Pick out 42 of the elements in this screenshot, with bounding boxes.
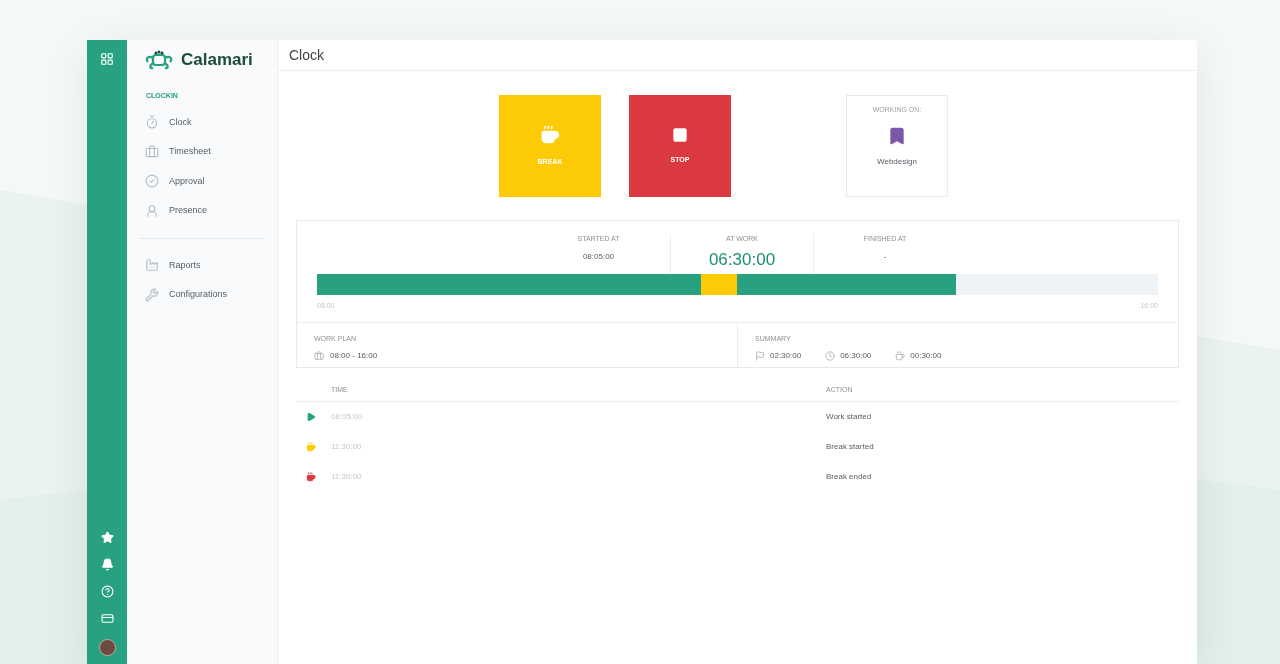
person-icon (145, 203, 159, 218)
stat-value: 06:30:00 (708, 248, 776, 271)
summary-value: 06:30:00 (840, 350, 872, 362)
briefcase-icon (314, 351, 324, 361)
nav-link[interactable]: Presence (169, 204, 208, 218)
summary-value: 00:30:00 (910, 350, 942, 362)
brand-name: Calamari (181, 49, 253, 72)
project-name: Webdesign (877, 155, 917, 168)
stat-value: 08:05:00 (582, 250, 615, 263)
stat-value: - (883, 250, 887, 263)
summary-value: 02:30:00 (770, 350, 802, 362)
cup-icon (305, 471, 316, 482)
stop-icon (672, 126, 688, 143)
action-cell: Work started (826, 410, 872, 423)
page-title: Clock (289, 45, 324, 65)
star-icon[interactable] (100, 531, 114, 544)
bookmark-icon (887, 125, 907, 146)
check-circle-icon (145, 174, 159, 189)
clock-icon (825, 351, 836, 361)
play-icon (305, 411, 316, 422)
flag-icon (755, 351, 765, 361)
nav-link[interactable]: Timesheet (169, 145, 211, 159)
card-icon[interactable] (100, 612, 114, 625)
cup-icon (540, 124, 560, 145)
work-plan-value: 08:00 - 16:00 (330, 350, 378, 362)
stopwatch-icon (145, 115, 159, 130)
nav-link[interactable]: Approval (169, 174, 205, 188)
cup-icon (895, 351, 906, 361)
briefcase-icon (145, 144, 159, 159)
factory-icon (145, 258, 159, 273)
nav-link[interactable]: Raports (169, 258, 201, 272)
help-icon[interactable] (100, 585, 114, 598)
action-cell: Break started (826, 440, 874, 453)
cup-icon (305, 441, 316, 452)
octopus-logo-icon (143, 50, 175, 70)
nav-link[interactable]: Clock (169, 115, 192, 129)
avatar[interactable] (98, 639, 116, 656)
wrench-icon (145, 287, 159, 302)
apps-grid-icon[interactable] (100, 52, 114, 66)
action-cell: Break ended (826, 470, 872, 483)
bell-icon[interactable] (100, 558, 114, 571)
nav-link[interactable]: Configurations (169, 288, 228, 302)
